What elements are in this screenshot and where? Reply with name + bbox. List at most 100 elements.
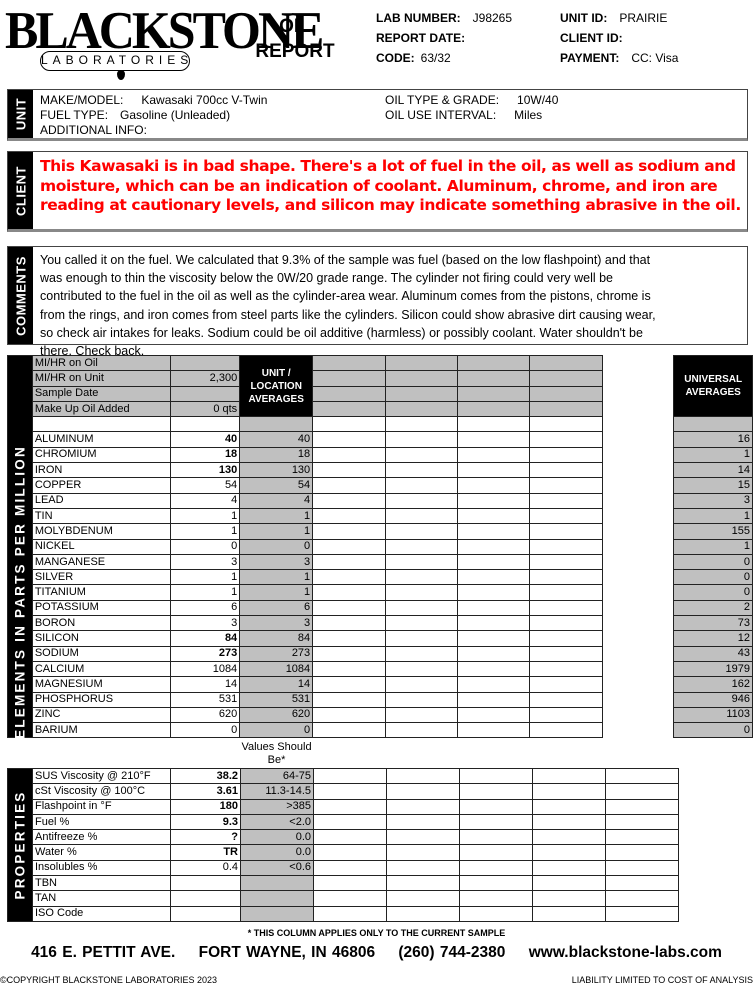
payment-value: CC: Visa xyxy=(631,51,679,65)
element-name: BORON xyxy=(31,615,171,632)
spacer-cell xyxy=(602,493,673,508)
element-row: ALUMINUM 40 40 16 xyxy=(8,431,753,448)
client-side-label: CLIENT xyxy=(8,152,33,229)
element-row: SODIUM 273 273 43 xyxy=(8,645,753,662)
sample-info-value: 0 qts xyxy=(169,400,241,418)
make-model-row: MAKE/MODEL: Kawasaki 700cc V-Twin xyxy=(40,93,385,107)
property-name: Flashpoint in °F xyxy=(32,798,171,815)
property-name: Antifreeze % xyxy=(32,829,171,846)
code-field: CODE: 63/32 xyxy=(376,51,451,65)
history-cell xyxy=(529,615,603,632)
website-link[interactable]: www.blackstone-labs.com xyxy=(529,944,722,961)
oil-type-value: 10W/40 xyxy=(517,93,559,107)
history-cell xyxy=(312,584,386,601)
client-id-label: CLIENT ID: xyxy=(560,31,623,45)
element-value: 1 xyxy=(169,523,241,540)
oil-interval-row: OIL USE INTERVAL: Miles xyxy=(385,108,747,122)
property-row: Insolubles % 0.4 <0.6 xyxy=(8,859,679,877)
universal-averages-header: UNIVERSAL AVERAGES xyxy=(673,354,753,418)
element-row: COPPER 54 54 15 xyxy=(8,477,753,494)
spacer-cell xyxy=(602,600,673,615)
element-universal-average: 0 xyxy=(673,722,753,739)
history-cell xyxy=(312,507,386,525)
history-cell xyxy=(457,553,531,571)
history-cell xyxy=(532,875,606,892)
property-row: ISO Code xyxy=(8,905,679,922)
element-name: MANGANESE xyxy=(31,553,171,571)
spacer-cell xyxy=(602,508,673,523)
history-cell xyxy=(532,890,606,907)
property-should-be xyxy=(240,875,314,892)
spacer-cell xyxy=(602,524,673,539)
history-cell xyxy=(459,859,533,877)
history-cell xyxy=(384,553,459,571)
history-cell xyxy=(457,400,531,418)
property-row: PROPERTIES SUS Viscosity @ 210°F 38.2 64-75 xyxy=(7,767,679,922)
sample-info-label: MI/HR on Oil xyxy=(31,354,171,372)
element-universal-average: 43 xyxy=(673,645,753,662)
element-value: 84 xyxy=(169,630,241,647)
element-universal-average: 1103 xyxy=(673,706,753,724)
history-cell xyxy=(529,676,603,693)
element-value: 1 xyxy=(169,584,241,601)
element-universal-average: 2 xyxy=(673,599,753,617)
history-cell xyxy=(529,584,603,601)
sample-info-label: Sample Date xyxy=(31,385,171,402)
history-cell xyxy=(312,553,386,571)
history-cell xyxy=(532,844,606,861)
property-name: Insolubles % xyxy=(32,859,171,877)
history-cell xyxy=(384,615,459,632)
history-cell xyxy=(312,676,386,693)
history-cell xyxy=(529,446,603,464)
footnote: * THIS COLUMN APPLIES ONLY TO THE CURREN… xyxy=(247,928,506,938)
unit-id-label: UNIT ID: xyxy=(560,11,608,25)
element-universal-average: 14 xyxy=(673,462,753,479)
lab-number-label: LAB NUMBER: xyxy=(376,11,461,25)
history-cell xyxy=(459,875,533,892)
element-name: COPPER xyxy=(31,477,171,494)
history-cell xyxy=(313,859,387,877)
history-cell xyxy=(313,875,387,892)
element-universal-average: 16 xyxy=(673,431,753,448)
history-cell xyxy=(459,783,533,800)
oil-interval-value: Miles xyxy=(514,108,543,122)
property-row: cSt Viscosity @ 100°C 3.61 11.3-14.5 xyxy=(8,783,679,800)
element-value: 4 xyxy=(169,492,241,509)
history-cell xyxy=(459,798,533,815)
element-universal-average: 0 xyxy=(673,569,753,586)
oil-drop-icon xyxy=(117,70,125,80)
history-cell xyxy=(457,354,531,372)
history-cell xyxy=(529,706,603,724)
element-universal-average: 1 xyxy=(673,507,753,525)
spacer-cell xyxy=(602,585,673,600)
history-cell xyxy=(384,354,459,372)
history-cell xyxy=(312,354,386,372)
history-cell xyxy=(386,890,460,907)
history-cell xyxy=(605,767,679,785)
spacer-cell xyxy=(602,723,673,738)
element-universal-average: 3 xyxy=(673,492,753,509)
properties-table: PROPERTIES SUS Viscosity @ 210°F 38.2 64-75… xyxy=(7,767,679,922)
element-name: CALCIUM xyxy=(31,660,171,678)
history-cell xyxy=(384,446,459,464)
property-should-be: 64-75 xyxy=(240,767,314,785)
history-cell xyxy=(459,890,533,907)
blackstone-logo: BLACKSTONE LABORATORIES xyxy=(5,1,324,82)
report-date-label: REPORT DATE: xyxy=(376,31,466,45)
element-unit-average: 84 xyxy=(239,630,314,647)
element-unit-average: 1 xyxy=(239,569,314,586)
history-cell xyxy=(312,660,386,678)
history-cell xyxy=(457,431,531,448)
property-row: Flashpoint in °F 180 >385 xyxy=(8,798,679,815)
history-cell xyxy=(529,538,603,555)
element-unit-average: 3 xyxy=(239,553,314,571)
property-row: Antifreeze %? 0.0 xyxy=(8,829,679,846)
property-value: 0.4 xyxy=(170,859,241,877)
element-universal-average: 155 xyxy=(673,523,753,540)
history-cell xyxy=(312,446,386,464)
history-cell xyxy=(529,462,603,479)
spacer-cell xyxy=(602,707,673,722)
element-name: BARIUM xyxy=(31,722,171,739)
make-model-label: MAKE/MODEL: xyxy=(40,93,124,107)
history-cell xyxy=(459,767,533,785)
